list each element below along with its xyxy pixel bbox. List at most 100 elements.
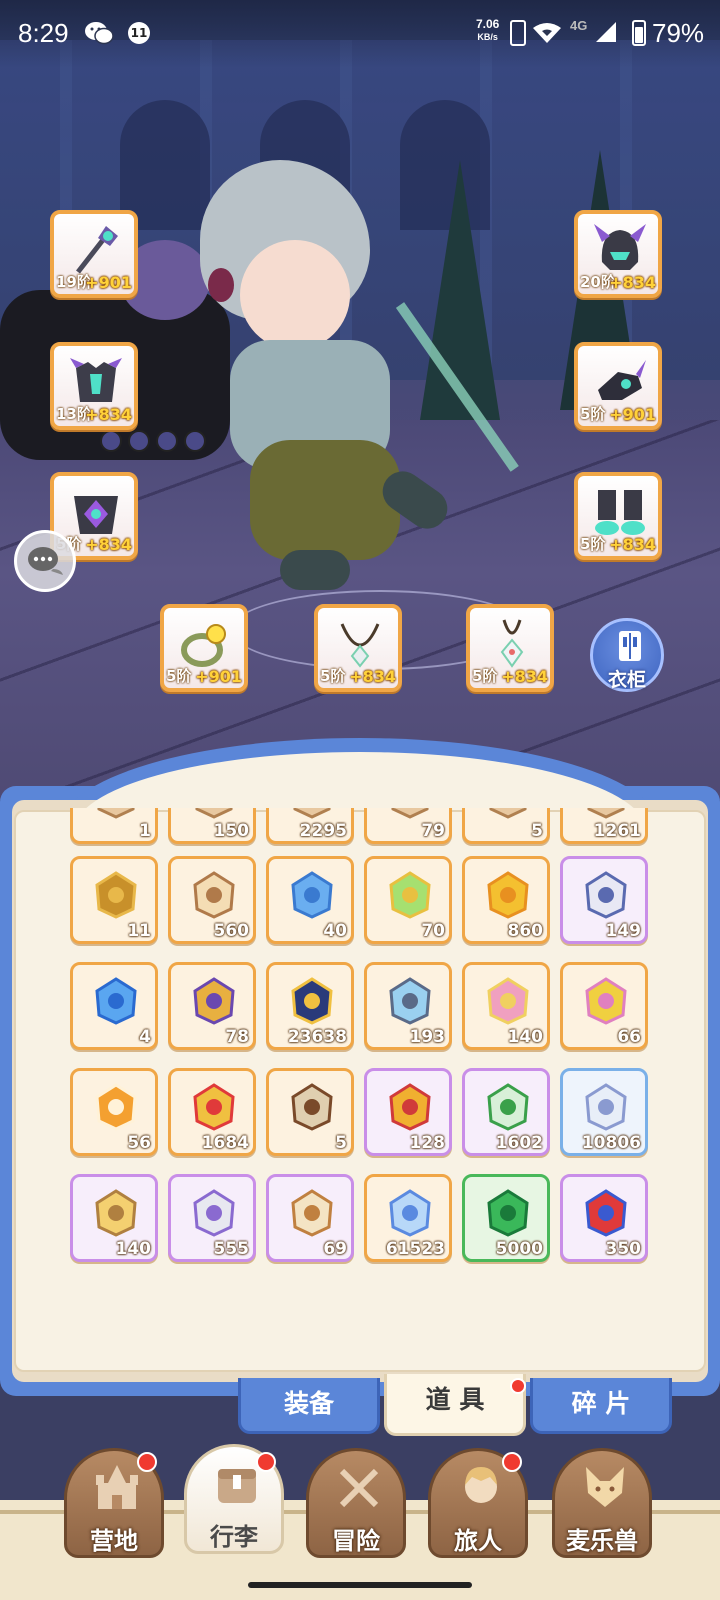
horseshoe-icon (389, 1083, 431, 1131)
star-crystal-icon (389, 1189, 431, 1237)
item-quantity: 150 (213, 821, 250, 841)
inventory-item[interactable]: 66 (560, 962, 648, 1050)
tab-items[interactable]: 道 具 (384, 1374, 526, 1436)
inventory-item[interactable]: 61523 (364, 1174, 452, 1262)
item-quantity: 5 (335, 1133, 347, 1153)
magnet-icon (585, 1189, 627, 1237)
inventory-item[interactable]: 140 (70, 1174, 158, 1262)
item-quantity: 860 (507, 921, 544, 941)
chest-icon (218, 1469, 256, 1503)
inventory-item[interactable]: 150 (168, 808, 256, 844)
tab-equipment-label: 装备 (283, 1389, 334, 1418)
equip-bonus: +834 (85, 535, 132, 554)
inventory-item[interactable]: 78 (168, 962, 256, 1050)
item-icon (391, 808, 429, 819)
wardrobe-button[interactable]: 衣柜 (590, 618, 664, 692)
inventory-item[interactable]: 10806 (560, 1068, 648, 1156)
necklace-icon (340, 623, 380, 668)
inventory-item[interactable]: 79 (364, 808, 452, 844)
item-quantity: 5 (531, 821, 543, 841)
inventory-item[interactable]: 128 (364, 1068, 452, 1156)
item-quantity: 140 (507, 1027, 544, 1047)
nav-mailong[interactable]: 麦乐兽 (552, 1448, 652, 1558)
equip-slot-helmet[interactable]: 20阶 +834 (574, 210, 662, 298)
emerald-icon (487, 1189, 529, 1237)
castle-icon (96, 1465, 138, 1509)
inventory-item[interactable]: 560 (168, 856, 256, 944)
item-quantity: 23638 (287, 1027, 347, 1047)
network-speed-unit: KB/s (477, 32, 498, 42)
wardrobe-label: 衣柜 (607, 669, 646, 691)
item-quantity: 350 (605, 1239, 642, 1259)
equip-slot-weapon[interactable]: 19阶 +901 (50, 210, 138, 298)
inventory-item[interactable]: 23638 (266, 962, 354, 1050)
player-character[interactable] (150, 120, 570, 620)
equip-bonus: +901 (609, 405, 656, 424)
inventory-item[interactable]: 555 (168, 1174, 256, 1262)
inventory-item[interactable]: 1261 (560, 808, 648, 844)
inventory-item[interactable]: 140 (462, 962, 550, 1050)
inventory-item[interactable]: 40 (266, 856, 354, 944)
orb-icon (291, 977, 333, 1025)
equip-slot-amulet[interactable]: 5阶 +834 (466, 604, 554, 692)
tab-equipment[interactable]: 装备 (238, 1378, 380, 1434)
item-quantity: 70 (421, 921, 445, 941)
network-speed: 7.06 KB/s (476, 18, 499, 44)
item-quantity: 128 (409, 1133, 446, 1153)
ore-pile-icon (585, 1083, 627, 1131)
inventory-item[interactable]: 1 (70, 808, 158, 844)
inventory-item[interactable]: 4 (70, 962, 158, 1050)
item-quantity: 79 (421, 821, 445, 841)
item-quantity: 10806 (581, 1133, 641, 1153)
inventory-item[interactable]: 70 (364, 856, 452, 944)
inventory-item[interactable]: 860 (462, 856, 550, 944)
inventory-item[interactable]: 11 (70, 856, 158, 944)
tab-fragments[interactable]: 碎 片 (530, 1378, 672, 1434)
inventory-item[interactable]: 5 (266, 1068, 354, 1156)
nav-camp-label: 营地 (90, 1527, 138, 1555)
home-indicator[interactable] (248, 1582, 472, 1588)
inventory-item[interactable]: 1684 (168, 1068, 256, 1156)
inventory-item[interactable]: 193 (364, 962, 452, 1050)
item-quantity: 560 (213, 921, 250, 941)
rainbow-paint-icon (487, 977, 529, 1025)
paper-plane-icon (291, 871, 333, 919)
inventory-grid[interactable]: 1 150 2295 79 5 1261 11 560 40 70 860 149 4 78 23638 19… (70, 808, 650, 1288)
equip-bonus: +901 (195, 667, 242, 686)
jingle-bell-icon (193, 1083, 235, 1131)
inventory-item[interactable]: 5000 (462, 1174, 550, 1262)
equip-slot-ring[interactable]: 5阶 +901 (160, 604, 248, 692)
tab-fragments-label: 碎 片 (571, 1389, 631, 1418)
bottle-icon (487, 1083, 529, 1131)
inventory-item[interactable]: 69 (266, 1174, 354, 1262)
equip-bonus: +901 (85, 273, 132, 292)
inventory-item[interactable]: 350 (560, 1174, 648, 1262)
inventory-item[interactable]: 149 (560, 856, 648, 944)
item-quantity: 40 (323, 921, 347, 941)
nav-mailong-label: 麦乐兽 (566, 1527, 638, 1555)
chat-button[interactable] (14, 530, 76, 592)
signal-icon (596, 22, 616, 42)
inventory-item[interactable]: 2295 (266, 808, 354, 844)
potion-icon (95, 977, 137, 1025)
equip-tier: 5阶 (166, 667, 192, 685)
item-quantity: 2295 (299, 821, 347, 841)
tab-items-label: 道 具 (425, 1385, 485, 1414)
item-icon (587, 808, 625, 819)
tab-items-badge (510, 1378, 526, 1394)
item-quantity: 5000 (495, 1239, 543, 1259)
nav-adventure[interactable]: 冒险 (306, 1448, 406, 1558)
equip-bonus: +834 (85, 405, 132, 424)
equip-bonus: +834 (609, 273, 656, 292)
status-bar: 8:29 11 7.06 KB/s 4G 79% (0, 0, 720, 68)
armor-icon (70, 358, 122, 402)
equip-slot-necklace[interactable]: 5阶 +834 (314, 604, 402, 692)
inventory-item[interactable]: 1602 (462, 1068, 550, 1156)
equip-slot-armor[interactable]: 13阶 +834 (50, 342, 138, 430)
inventory-item[interactable]: 56 (70, 1068, 158, 1156)
inventory-item[interactable]: 5 (462, 808, 550, 844)
equip-tier: 5阶 (580, 535, 606, 553)
equip-slot-gloves[interactable]: 5阶 +901 (574, 342, 662, 430)
equip-slot-boots[interactable]: 5阶 +834 (574, 472, 662, 560)
paint-splash-icon (585, 977, 627, 1025)
